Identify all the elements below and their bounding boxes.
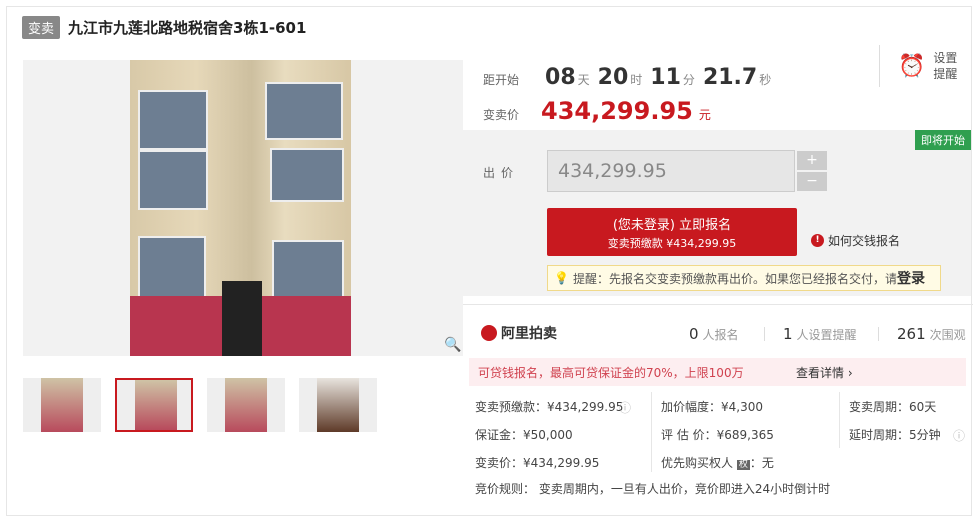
reminder-label: 设置提醒 [933,51,958,81]
brand-logo: 阿里拍卖 [481,323,557,343]
increment-info: 加价幅度：¥4,300 [661,400,763,414]
price-label: 变卖价 [483,108,520,122]
thumbnail[interactable] [23,378,101,432]
countdown: 距开始 08 天 20 时 11 分 21.7 秒 [483,65,783,90]
bid-box: 即将开始 出价 434,299.95 + − (您未登录) 立即报名 变卖预缴款… [463,130,971,296]
signup-count-label: 人报名 [702,328,739,342]
increase-button[interactable]: + [797,151,827,170]
countdown-label: 距开始 [483,73,520,87]
priority-value: 无 [761,456,774,470]
status-badge: 即将开始 [915,130,971,150]
current-price: 434,299.95 [541,97,693,125]
signup-label: (您未登录) 立即报名 [612,218,732,233]
loan-detail-link[interactable]: 查看详情 › [796,364,853,381]
sale-type-tag: 变卖 [22,16,61,39]
delay-info: 延时周期：5分钟 [849,428,941,442]
lightbulb-icon: 💡 [554,271,569,285]
stats-bar: 阿里拍卖 0 人报名 1 人设置提醒 261 次围观 [463,304,973,350]
days-unit: 天 [577,73,590,87]
help-icon[interactable]: ⓘ [953,427,965,444]
thumbnail-selected[interactable] [115,378,193,432]
set-reminder-button[interactable]: ⏰ 设置提醒 [879,45,973,87]
brand-name: 阿里拍卖 [501,326,557,342]
info-icon: ! [811,234,824,247]
priority-label: 优先购买权人 [661,456,734,470]
bid-label: 出价 [483,166,520,180]
deposit-info: 变卖预缴款：¥434,299.95 [475,400,624,414]
bid-input[interactable]: 434,299.95 [547,150,795,192]
sale-price-info: 变卖价：¥434,299.95 [475,456,600,470]
priority-info: 优先购买权人 权：无 [661,456,774,470]
thumbnail[interactable] [299,378,377,432]
signup-number: 0 [689,325,699,343]
loan-text: 可贷钱报名，最高可贷保证金的70%，上限100万 [478,365,744,380]
seconds-unit: 秒 [759,73,772,87]
thumbnail-strip [23,378,391,432]
tip-text: 提醒：先报名交变卖预缴款再出价。如果您已经报名交付，请 [572,271,897,286]
how-to-pay-link[interactable]: ! 如何交钱报名 [811,232,900,249]
zoom-icon[interactable]: 🔍 [444,337,461,353]
reminder-count: 1 人设置提醒 [783,325,857,343]
alarm-clock-icon: ⏰ [898,53,926,79]
countdown-days: 08 [545,65,576,90]
guarantee-info: 保证金：¥50,000 [475,428,573,442]
appraisal-info: 评 估 价：¥689,365 [661,428,774,442]
view-number: 261 [897,325,926,343]
price-unit: 元 [698,108,711,122]
priority-icon: 权 [736,460,750,470]
auction-logo-icon [481,325,497,341]
how-to-pay-label: 如何交钱报名 [828,234,901,248]
signup-count: 0 人报名 [689,325,739,343]
price-row: 变卖价 434,299.95 元 [483,97,711,125]
title-row: 变卖 九江市九莲北路地税宿舍3栋1-601 [22,16,306,39]
view-count-label: 次围观 [929,328,966,342]
period-info: 变卖周期：60天 [849,400,937,414]
signup-button[interactable]: (您未登录) 立即报名 变卖预缴款 ¥434,299.95 [547,208,797,256]
bidding-rule: 竞价规则： 变卖周期内，一旦有人出价，竞价即进入24小时倒计时 [475,482,831,496]
decrease-button[interactable]: − [797,172,827,191]
loan-banner: 可贷钱报名，最高可贷保证金的70%，上限100万 查看详情 › [469,358,966,386]
signup-deposit: 变卖预缴款 ¥434,299.95 [607,237,737,250]
reminder-number: 1 [783,325,793,343]
hours-unit: 时 [630,73,643,87]
view-count: 261 次围观 [897,325,966,343]
main-photo[interactable] [130,60,351,356]
countdown-hours: 20 [597,65,629,90]
login-link[interactable]: 登录 [897,268,925,288]
login-tip: 💡 提醒：先报名交变卖预缴款再出价。如果您已经报名交付，请 登录 [547,265,941,291]
countdown-minutes: 11 [650,65,681,90]
reminder-count-label: 人设置提醒 [796,328,857,342]
countdown-seconds: 21.7 [702,65,758,90]
help-icon[interactable]: ⓘ [619,399,631,416]
thumbnail[interactable] [207,378,285,432]
minutes-unit: 分 [682,73,695,87]
item-title: 九江市九莲北路地税宿舍3栋1-601 [68,19,307,37]
